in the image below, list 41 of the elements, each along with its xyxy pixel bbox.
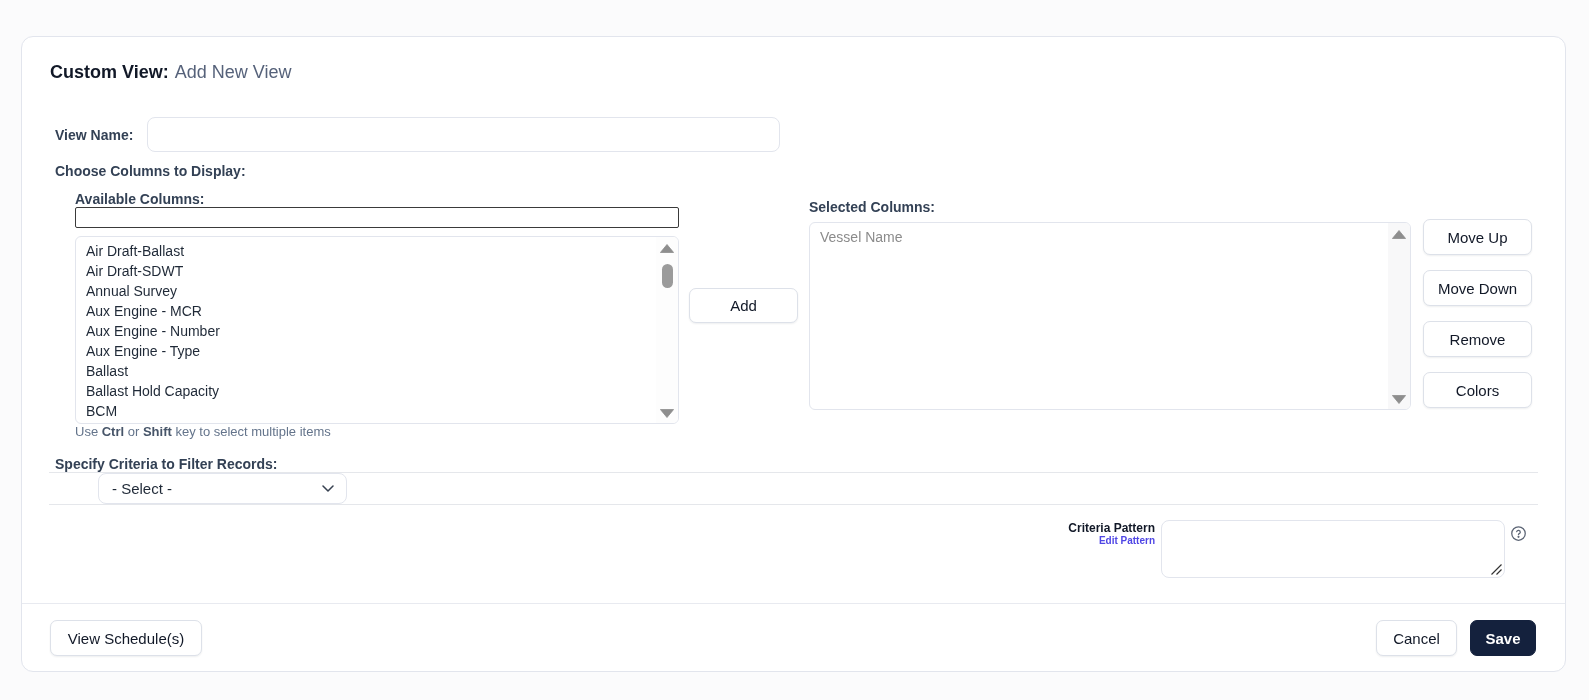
up-arrow-icon[interactable] (1392, 230, 1406, 239)
list-option[interactable]: Ballast Hold Capacity (76, 381, 656, 401)
hint-text: Use Ctrl or Shift key to select multiple items (75, 424, 331, 440)
scrollbar-thumb[interactable] (661, 264, 673, 288)
list-option[interactable]: Aux Engine - Type (76, 341, 656, 361)
list-option[interactable]: Aux Engine - MCR (76, 301, 656, 321)
list-option[interactable]: Air Draft-SDWT (76, 261, 656, 281)
down-arrow-icon[interactable] (1392, 395, 1406, 404)
move-down-button[interactable]: Move Down (1423, 270, 1532, 306)
list-option[interactable]: Annual Survey (76, 281, 656, 301)
up-arrow-icon[interactable] (660, 244, 674, 253)
view-name-label: View Name: (55, 126, 135, 143)
edit-pattern-link[interactable]: Edit Pattern (1098, 535, 1155, 547)
available-columns-label: Available Columns: (75, 191, 205, 207)
add-button[interactable]: Add (689, 288, 798, 323)
move-up-button[interactable]: Move Up (1423, 219, 1532, 255)
chevron-down-icon (322, 485, 334, 492)
scrollbar-track[interactable] (1388, 223, 1410, 409)
dialog-title: Custom View: (50, 61, 169, 83)
help-icon[interactable] (1511, 526, 1526, 541)
available-columns-list[interactable]: Air Draft-Ballast Air Draft-SDWT Annual Survey Aux Engine - MCR Aux Engine - Number Aux Engine - Type Ballast Ballast Hold Capacity BCM (75, 236, 679, 424)
column-search-field[interactable] (75, 207, 679, 228)
filter-select[interactable]: - Select - (98, 473, 347, 504)
save-button[interactable]: Save (1470, 620, 1536, 656)
resize-grip-icon[interactable] (1491, 564, 1502, 575)
list-option[interactable]: Ballast (76, 361, 656, 381)
list-option[interactable]: Aux Engine - Number (76, 321, 656, 341)
list-option[interactable]: BCM (76, 401, 656, 421)
view-schedules-button[interactable]: View Schedule(s) (50, 620, 202, 656)
criteria-pattern-label: Criteria Pattern (1068, 521, 1155, 535)
selected-columns-label: Selected Columns: (809, 199, 936, 215)
section-heading: Specify Criteria to Filter Records: (55, 456, 278, 472)
view-name-field[interactable] (147, 117, 780, 152)
dialog-subtitle: Add New View (174, 61, 292, 83)
remove-button[interactable]: Remove (1423, 321, 1532, 357)
down-arrow-icon[interactable] (660, 409, 674, 418)
cancel-button[interactable]: Cancel (1376, 620, 1457, 656)
criteria-pattern-field[interactable] (1161, 520, 1505, 578)
colors-button[interactable]: Colors (1423, 372, 1532, 408)
section-heading: Choose Columns to Display: (55, 163, 246, 179)
list-option[interactable]: Air Draft-Ballast (76, 241, 656, 261)
